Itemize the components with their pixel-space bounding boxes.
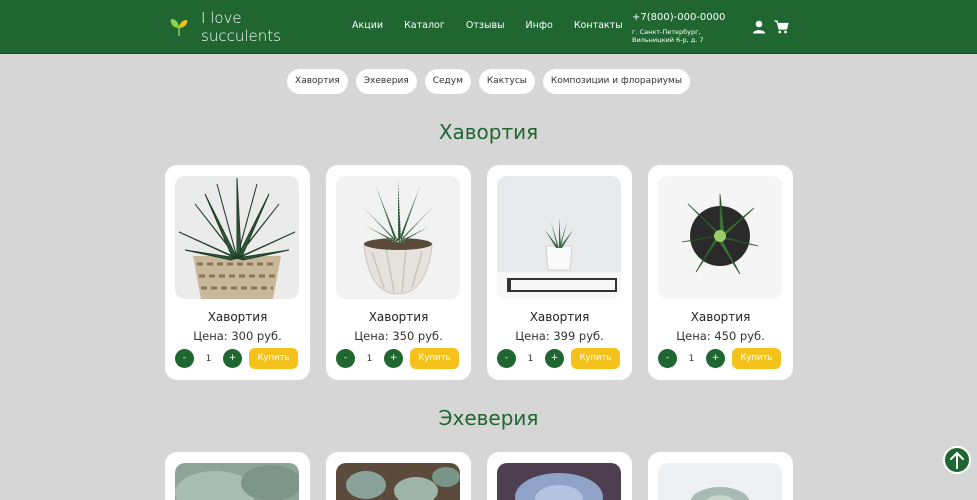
product-card bbox=[487, 452, 632, 500]
product-card: Хавортия Цена: 450 руб. - 1 + Купить bbox=[648, 165, 793, 380]
arrow-up-icon bbox=[950, 451, 964, 469]
quantity-controls: - 1 + Купить bbox=[658, 348, 782, 369]
address: г. Санкт-Петербург, Вильницкий 6-р, д. 7 bbox=[632, 28, 704, 44]
section-title-echeveria: Эхеверия bbox=[438, 406, 539, 430]
product-image[interactable] bbox=[497, 463, 621, 500]
product-grid-echeveria bbox=[165, 452, 809, 500]
leaf-logo-icon bbox=[170, 19, 188, 36]
header-icons bbox=[752, 19, 797, 38]
buy-button[interactable]: Купить bbox=[249, 348, 298, 369]
filter-chip-echeveria[interactable]: Эхеверия bbox=[355, 69, 417, 94]
site-header: I love succulents Акции Каталог Отзывы И… bbox=[0, 0, 977, 54]
decrement-button[interactable]: - bbox=[336, 349, 355, 368]
decrement-button[interactable]: - bbox=[175, 349, 194, 368]
logo[interactable]: I love succulents bbox=[168, 9, 281, 45]
buy-button[interactable]: Купить bbox=[410, 348, 459, 369]
header-contacts: +7(800)-000-0000 г. Санкт-Петербург, Вил… bbox=[632, 12, 725, 44]
filter-chip-sedum[interactable]: Седум bbox=[424, 69, 471, 94]
phone-number[interactable]: +7(800)-000-0000 bbox=[632, 12, 725, 23]
quantity-value[interactable]: 1 bbox=[355, 354, 384, 364]
category-filters: Хавортия Эхеверия Седум Кактусы Композиц… bbox=[0, 69, 977, 94]
buy-button[interactable]: Купить bbox=[571, 348, 620, 369]
buy-button[interactable]: Купить bbox=[732, 348, 781, 369]
decrement-button[interactable]: - bbox=[497, 349, 516, 368]
product-image[interactable] bbox=[336, 176, 460, 299]
increment-button[interactable]: + bbox=[706, 349, 725, 368]
increment-button[interactable]: + bbox=[384, 349, 403, 368]
product-card: Хавортия Цена: 300 руб. - 1 + Купить bbox=[165, 165, 310, 380]
filter-chip-cacti[interactable]: Кактусы bbox=[478, 69, 535, 94]
main-nav: Акции Каталог Отзывы Инфо Контакты bbox=[352, 20, 644, 31]
product-name[interactable]: Хавортия bbox=[487, 310, 632, 324]
quantity-controls: - 1 + Купить bbox=[175, 348, 299, 369]
product-card bbox=[648, 452, 793, 500]
quantity-value[interactable]: 1 bbox=[677, 354, 706, 364]
nav-link-promotions[interactable]: Акции bbox=[352, 20, 383, 31]
product-card: Хавортия Цена: 350 руб. - 1 + Купить bbox=[326, 165, 471, 380]
nav-link-catalog[interactable]: Каталог bbox=[404, 20, 445, 31]
product-image[interactable] bbox=[497, 176, 621, 299]
scroll-to-top-button[interactable] bbox=[943, 446, 971, 474]
logo-line-2: succulents bbox=[201, 27, 281, 45]
increment-button[interactable]: + bbox=[545, 349, 564, 368]
filter-chip-compositions[interactable]: Композиции и флорариумы bbox=[542, 69, 690, 94]
filter-chip-haworthia[interactable]: Хавортия bbox=[287, 69, 348, 94]
product-price: Цена: 350 руб. bbox=[354, 329, 443, 343]
product-grid-haworthia: Хавортия Цена: 300 руб. - 1 + Купить Хав… bbox=[165, 165, 809, 380]
decrement-button[interactable]: - bbox=[658, 349, 677, 368]
product-price: Цена: 300 руб. bbox=[193, 329, 282, 343]
section-title-haworthia: Хавортия bbox=[438, 120, 539, 144]
quantity-value[interactable]: 1 bbox=[516, 354, 545, 364]
logo-line-1: I love bbox=[201, 9, 242, 27]
logo-text: I love succulents bbox=[201, 9, 281, 45]
product-card bbox=[326, 452, 471, 500]
product-name[interactable]: Хавортия bbox=[165, 310, 310, 324]
product-image[interactable] bbox=[175, 463, 299, 500]
product-image[interactable] bbox=[658, 463, 782, 500]
product-image[interactable] bbox=[658, 176, 782, 299]
cart-icon[interactable] bbox=[774, 19, 789, 38]
user-icon[interactable] bbox=[752, 19, 766, 38]
quantity-value[interactable]: 1 bbox=[194, 354, 223, 364]
product-image[interactable] bbox=[175, 176, 299, 299]
quantity-controls: - 1 + Купить bbox=[336, 348, 460, 369]
product-price: Цена: 450 руб. bbox=[676, 329, 765, 343]
product-card bbox=[165, 452, 310, 500]
product-name[interactable]: Хавортия bbox=[648, 310, 793, 324]
nav-link-info[interactable]: Инфо bbox=[526, 20, 553, 31]
quantity-controls: - 1 + Купить bbox=[497, 348, 621, 369]
increment-button[interactable]: + bbox=[223, 349, 242, 368]
product-card: Хавортия Цена: 399 руб. - 1 + Купить bbox=[487, 165, 632, 380]
nav-link-contacts[interactable]: Контакты bbox=[574, 20, 623, 31]
product-price: Цена: 399 руб. bbox=[515, 329, 604, 343]
product-name[interactable]: Хавортия bbox=[326, 310, 471, 324]
product-image[interactable] bbox=[336, 463, 460, 500]
nav-link-reviews[interactable]: Отзывы bbox=[466, 20, 505, 31]
